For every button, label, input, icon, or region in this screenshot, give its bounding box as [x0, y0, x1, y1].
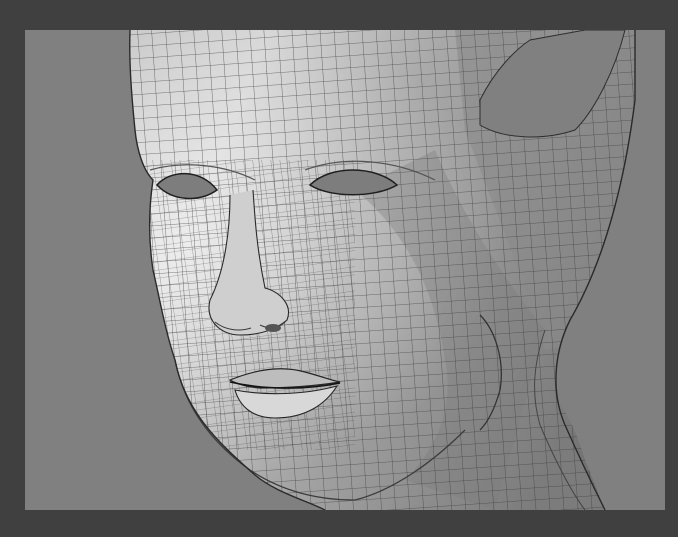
nostril-icon [265, 324, 281, 332]
viewport-frame [0, 0, 678, 537]
head-mesh-render [129, 30, 636, 510]
3d-viewport[interactable] [25, 30, 665, 510]
